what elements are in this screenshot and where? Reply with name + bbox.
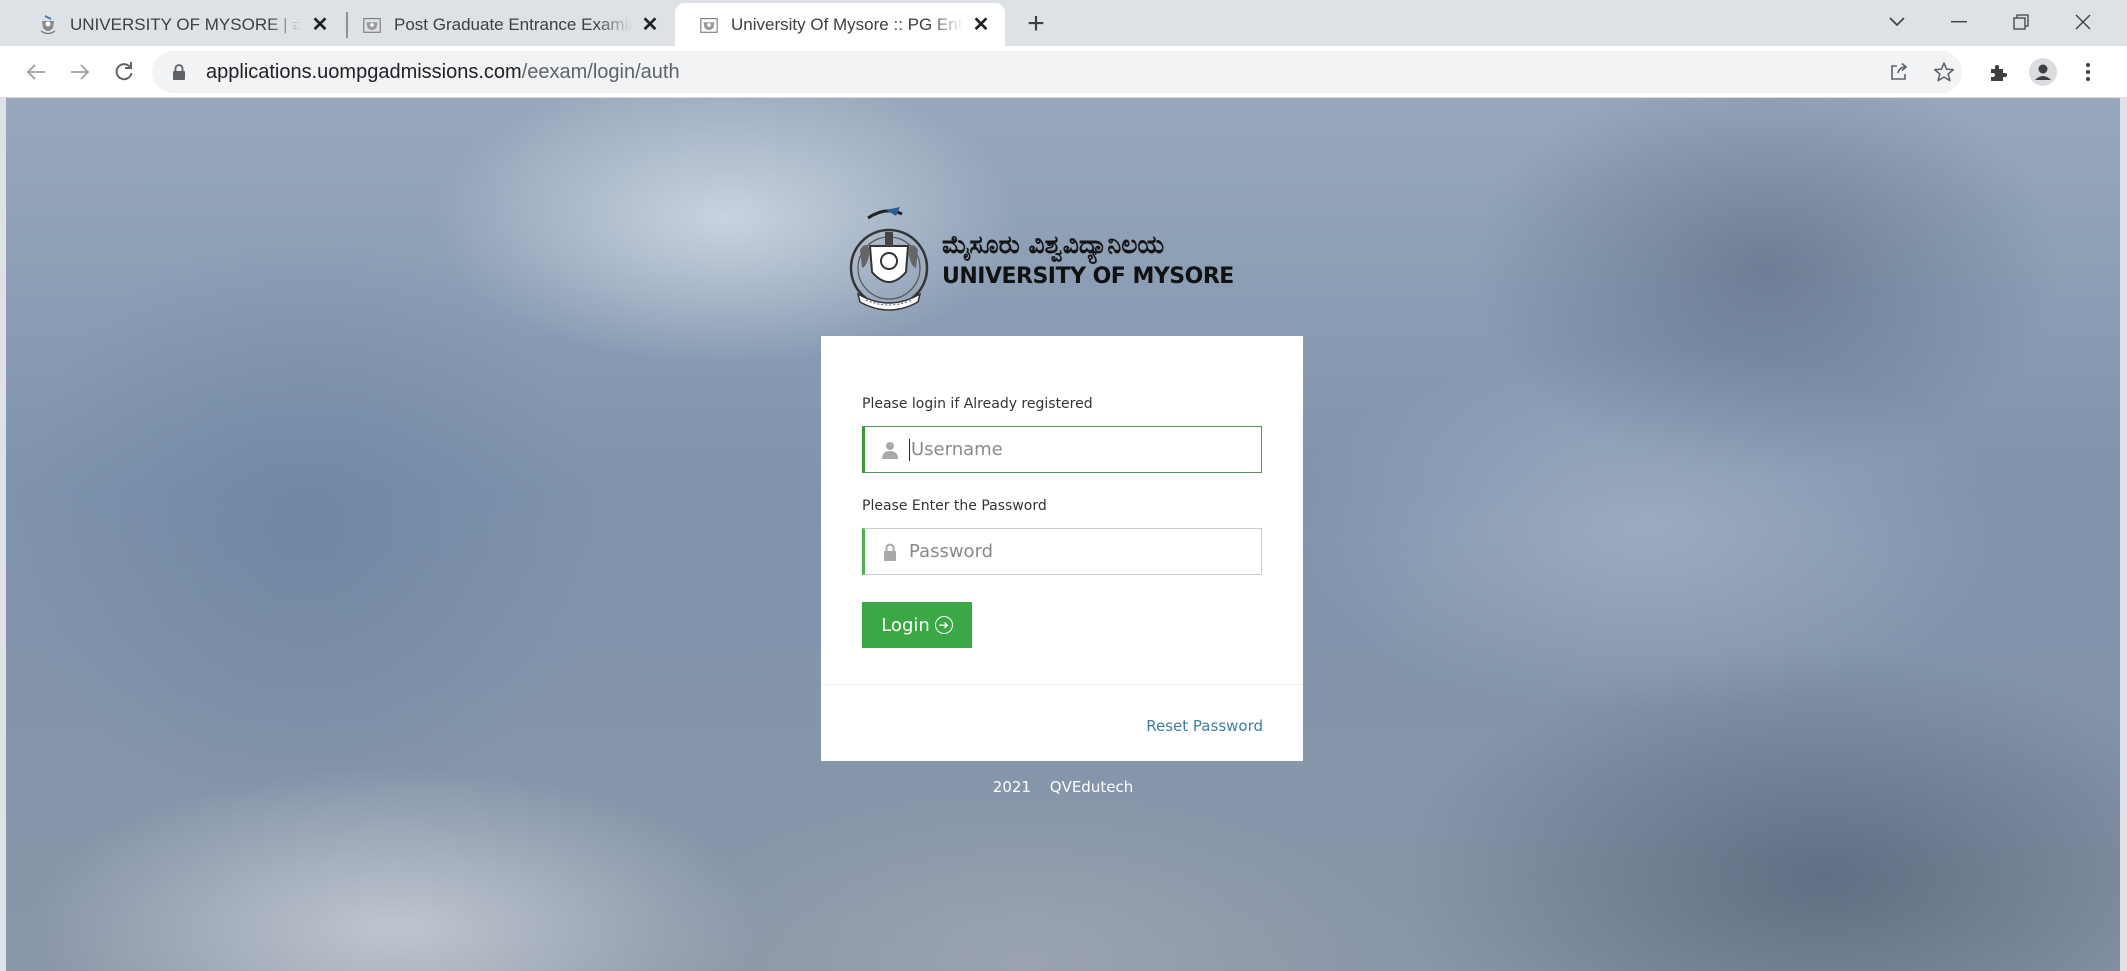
tab-search-chevron-icon[interactable] (1866, 0, 1928, 44)
university-name-english: UNIVERSITY OF MYSORE (942, 264, 1234, 289)
page-viewport: ಮೈಸೂರು ವಿಶ್ವವಿದ್ಯಾನಿಲಯ UNIVERSITY OF MYS… (6, 98, 2120, 971)
share-icon[interactable] (1881, 54, 1917, 90)
forward-arrow-icon[interactable] (62, 54, 98, 90)
username-label: Please login if Already registered (862, 396, 1093, 412)
text-cursor (909, 438, 910, 461)
lock-icon[interactable] (172, 64, 186, 80)
login-button-label: Login (881, 614, 930, 636)
minimize-window-icon[interactable] (1928, 0, 1990, 44)
university-name-kannada: ಮೈಸೂರು ವಿಶ್ವವಿದ್ಯಾನಿಲಯ (942, 230, 1165, 259)
browser-menu-kebab-icon[interactable] (2070, 54, 2106, 90)
arrow-circle-right-icon: ➔ (934, 616, 953, 634)
reset-password-link[interactable]: Reset Password (1146, 717, 1263, 735)
extensions-puzzle-icon[interactable] (1980, 54, 2016, 90)
footer-year: 2021 (992, 778, 1031, 796)
page-footer: 2021 QVEdutech (6, 778, 2120, 796)
university-logo: ಮೈಸೂರು ವಿಶ್ವವಿದ್ಯಾನಿಲಯ UNIVERSITY OF MYS… (846, 206, 1234, 318)
login-button[interactable]: Login ➔ (862, 602, 972, 648)
username-field[interactable] (862, 426, 1262, 473)
university-emblem-icon (699, 15, 719, 35)
browser-tab-3-active[interactable]: University Of Mysore :: PG Entran ✕ (675, 3, 1005, 46)
bookmark-star-icon[interactable] (1926, 54, 1962, 90)
password-input[interactable] (909, 531, 1239, 572)
login-card-footer: Reset Password (821, 684, 1303, 761)
tab-title: University Of Mysore :: PG Entran (731, 14, 963, 34)
restore-window-icon[interactable] (1990, 0, 2052, 44)
url-path: /eexam/login/auth (521, 60, 680, 83)
university-emblem-icon (362, 15, 382, 35)
browser-tab-strip: UNIVERSITY OF MYSORE | ಮೈಸೂ ✕ Post Gradu… (0, 0, 2127, 46)
close-tab-icon[interactable]: ✕ (638, 13, 662, 37)
tab-title: UNIVERSITY OF MYSORE | ಮೈಸೂ (70, 14, 302, 34)
footer-company: QVEdutech (1049, 778, 1134, 796)
password-label: Please Enter the Password (862, 498, 1047, 514)
browser-toolbar: applications.uompgadmissions.com/eexam/l… (0, 46, 2127, 98)
university-emblem-icon (849, 207, 929, 311)
url-domain: applications.uompgadmissions.com (206, 60, 522, 83)
profile-avatar-icon[interactable] (2025, 54, 2061, 90)
new-tab-button[interactable]: + (1020, 7, 1052, 40)
close-tab-icon[interactable]: ✕ (969, 13, 993, 37)
username-input[interactable] (911, 429, 1241, 470)
browser-tab-1[interactable]: UNIVERSITY OF MYSORE | ಮೈಸೂ ✕ (14, 3, 344, 46)
close-window-icon[interactable] (2052, 0, 2114, 44)
password-field[interactable] (862, 528, 1262, 575)
user-icon (879, 441, 901, 459)
close-tab-icon[interactable]: ✕ (308, 13, 332, 37)
address-bar[interactable]: applications.uompgadmissions.com/eexam/l… (152, 51, 1962, 93)
lock-icon (879, 543, 901, 561)
university-emblem-icon (38, 14, 58, 35)
url-text[interactable]: applications.uompgadmissions.com/eexam/l… (206, 61, 680, 84)
login-card: Please login if Already registered Pleas… (821, 336, 1303, 761)
tab-title: Post Graduate Entrance Examinat (394, 14, 632, 34)
back-arrow-icon[interactable] (18, 54, 54, 90)
reload-icon[interactable] (106, 54, 142, 90)
browser-tab-2[interactable]: Post Graduate Entrance Examinat ✕ (338, 3, 674, 46)
